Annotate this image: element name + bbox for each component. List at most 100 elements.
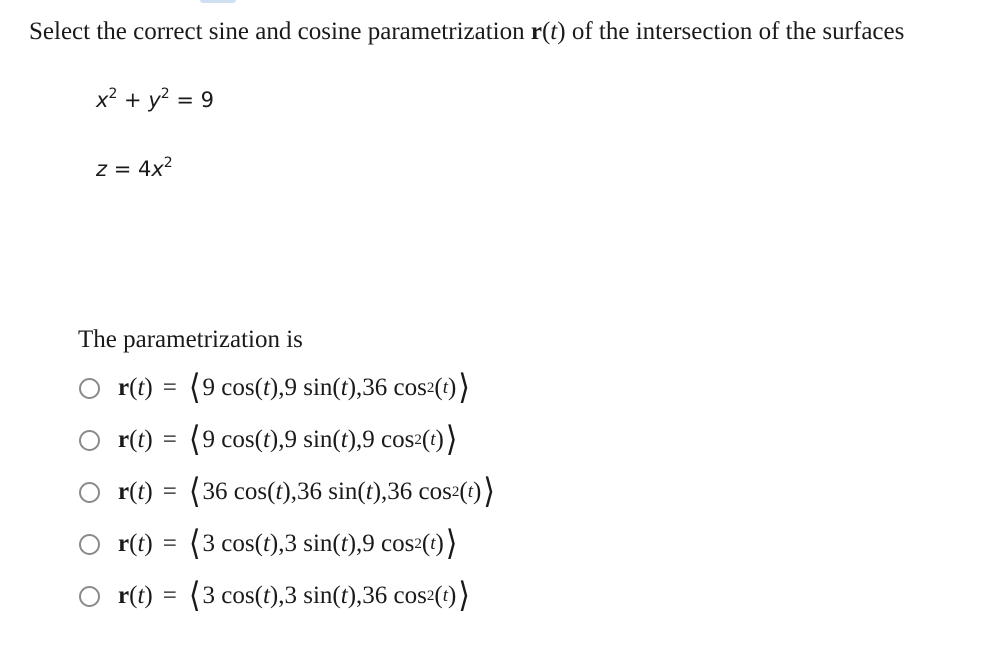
parametrization-heading: The parametrization is <box>78 326 303 353</box>
coef-z: 36 <box>362 374 388 401</box>
left-angle-bracket: ⟨ <box>188 367 201 408</box>
formula-equals: = <box>162 530 177 557</box>
param-t: t <box>262 374 270 401</box>
formula-equals: = <box>162 426 177 453</box>
formula-r: r <box>118 374 130 401</box>
cos-fn: cos <box>221 426 255 453</box>
param-t: t <box>340 374 348 401</box>
paren-open: ( <box>254 530 263 557</box>
left-angle-bracket: ⟨ <box>188 471 201 512</box>
cos-fn: cos <box>221 530 255 557</box>
paren-open: ( <box>421 426 431 453</box>
paren-close: ) <box>269 530 279 557</box>
eq2-z: z <box>96 157 108 181</box>
formula-lhs-open: ( <box>129 582 138 609</box>
answer-option[interactable]: r(t) = ⟨ 9 cos(t), 9 sin(t), 36 cos 2(t) ⟩ <box>79 362 497 414</box>
formula-equals: = <box>162 582 177 609</box>
cos-fn: cos <box>381 530 415 557</box>
right-angle-bracket: ⟩ <box>458 367 471 408</box>
answer-option[interactable]: r(t) = ⟨ 36 cos(t), 36 sin(t), 36 cos 2(t)… <box>79 466 497 518</box>
radio-button[interactable] <box>79 533 100 555</box>
formula-lhs-close: ) <box>144 426 153 453</box>
sin-fn: sin <box>303 582 333 609</box>
formula-lhs-t: t <box>137 530 145 557</box>
param-t: t <box>275 478 283 505</box>
radio-button[interactable] <box>79 429 100 451</box>
eq1-y-exp: 2 <box>160 86 170 102</box>
paren-close: ) <box>472 478 482 505</box>
right-angle-bracket: ⟩ <box>445 419 458 460</box>
sin-fn: sin <box>303 374 333 401</box>
paren-open: ( <box>332 582 341 609</box>
cos-fn: cos <box>418 478 452 505</box>
option-formula: r(t) = ⟨ 3 cos(t), 3 sin(t), 36 cos 2(t) ⟩ <box>118 575 471 616</box>
eq1-x: x <box>96 88 109 112</box>
paren-close: ) <box>347 374 357 401</box>
paren-open: ( <box>267 478 276 505</box>
paren-close: ) <box>347 426 357 453</box>
formula-lhs-t: t <box>137 374 145 401</box>
paren-open: ( <box>434 582 443 609</box>
sin-fn: sin <box>328 478 358 505</box>
question-prefix: Select the correct sine and cosine param… <box>29 18 531 45</box>
right-angle-bracket: ⟩ <box>483 471 496 512</box>
param-t: t <box>262 426 270 453</box>
coef-z: 36 <box>387 478 413 505</box>
paren-open: ( <box>254 374 263 401</box>
surface-equation-2: z = 4x2 <box>96 155 173 183</box>
paren-close: ) <box>435 530 444 557</box>
right-angle-bracket: ⟩ <box>458 575 471 616</box>
formula-lhs-close: ) <box>144 374 153 401</box>
cos-fn: cos <box>381 426 415 453</box>
param-t: t <box>262 582 270 609</box>
paren-close: ) <box>435 426 444 453</box>
paren-close: ) <box>282 478 291 505</box>
option-formula: r(t) = ⟨ 9 cos(t), 9 sin(t), 36 cos 2(t) ⟩ <box>118 367 471 408</box>
coef-z: 36 <box>362 582 388 609</box>
paren-close: ) <box>372 478 382 505</box>
eq2-x: x <box>151 157 164 181</box>
paren-open: ( <box>459 478 468 505</box>
cos-fn: cos <box>393 582 427 609</box>
coef-y: 9 <box>284 426 297 453</box>
paren-open: ( <box>332 530 341 557</box>
formula-r: r <box>118 478 130 505</box>
paren-open: ( <box>434 374 443 401</box>
cos-fn: cos <box>233 478 268 505</box>
cos-fn: cos <box>221 582 255 609</box>
paren-open: ( <box>421 530 431 557</box>
answer-option[interactable]: r(t) = ⟨ 3 cos(t), 3 sin(t), 9 cos 2(t) ⟩ <box>79 518 497 570</box>
coef-x: 9 <box>202 374 216 401</box>
formula-r: r <box>118 426 130 453</box>
formula-lhs-t: t <box>137 478 145 505</box>
formula-lhs-close: ) <box>144 530 153 557</box>
sin-fn: sin <box>303 530 333 557</box>
param-t: t <box>340 582 348 609</box>
coef-x: 3 <box>202 530 216 557</box>
formula-lhs-open: ( <box>129 426 138 453</box>
paren-close: ) <box>347 530 357 557</box>
coef-x: 9 <box>202 426 216 453</box>
paren-close: ) <box>269 374 279 401</box>
radio-button[interactable] <box>79 377 100 399</box>
question-text: Select the correct sine and cosine param… <box>29 16 904 48</box>
question-r-symbol: r <box>530 18 542 45</box>
left-angle-bracket: ⟨ <box>188 419 201 460</box>
coef-z: 9 <box>362 530 375 557</box>
answer-option[interactable]: r(t) = ⟨ 9 cos(t), 9 sin(t), 9 cos 2(t) ⟩ <box>79 414 497 466</box>
param-t: t <box>340 426 348 453</box>
radio-button[interactable] <box>79 481 100 503</box>
sin-fn: sin <box>303 426 333 453</box>
paren-open: ( <box>332 426 341 453</box>
coef-z: 9 <box>362 426 375 453</box>
radio-button[interactable] <box>79 585 100 607</box>
answer-option[interactable]: r(t) = ⟨ 3 cos(t), 3 sin(t), 36 cos 2(t) ⟩ <box>79 570 497 622</box>
eq1-rhs: = 9 <box>169 88 214 112</box>
param-t: t <box>340 530 348 557</box>
coef-y: 3 <box>284 582 297 609</box>
eq1-plus: + <box>117 88 149 112</box>
formula-equals: = <box>162 374 177 401</box>
param-t: t <box>365 478 373 505</box>
paren-close: ) <box>269 426 279 453</box>
cos-fn: cos <box>393 374 427 401</box>
